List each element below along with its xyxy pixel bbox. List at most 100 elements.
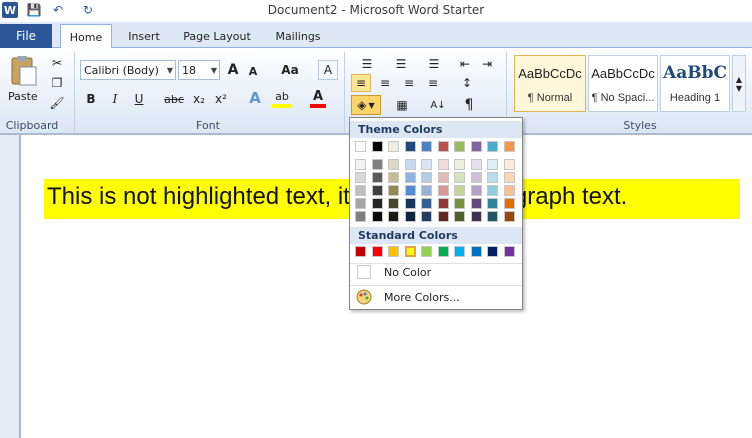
theme-shade-swatch[interactable] xyxy=(355,159,366,170)
theme-shade-swatch[interactable] xyxy=(487,185,498,196)
theme-shade-swatch[interactable] xyxy=(470,211,482,222)
numbering-button[interactable]: ☰ xyxy=(386,56,416,72)
standard-color-swatch[interactable] xyxy=(454,246,465,257)
more-colors-option[interactable]: More Colors... xyxy=(384,289,460,305)
theme-shade-swatch[interactable] xyxy=(487,159,498,170)
shading-button[interactable]: ◈ ▼ xyxy=(351,95,381,115)
theme-shade-swatch[interactable] xyxy=(404,198,416,209)
theme-shade-swatch[interactable] xyxy=(437,185,449,196)
theme-shade-swatch[interactable] xyxy=(421,159,432,170)
theme-shade-swatch[interactable] xyxy=(437,198,449,209)
theme-shade-swatch[interactable] xyxy=(454,172,465,183)
tab-mailings[interactable]: Mailings xyxy=(268,24,328,48)
clear-formatting-icon[interactable]: A xyxy=(318,60,338,80)
paste-icon[interactable] xyxy=(8,55,38,87)
style-heading-1[interactable]: AaBbC Heading 1 xyxy=(660,55,730,112)
no-color-option[interactable]: No Color xyxy=(384,264,431,280)
theme-shade-swatch[interactable] xyxy=(487,211,498,222)
format-painter-icon[interactable]: 🖌 xyxy=(48,95,66,111)
borders-button[interactable]: ▦ xyxy=(388,96,416,114)
standard-color-swatch[interactable] xyxy=(421,246,432,257)
theme-shade-swatch[interactable] xyxy=(421,185,432,196)
theme-shade-swatch[interactable] xyxy=(470,198,482,209)
theme-shade-swatch[interactable] xyxy=(388,185,399,196)
style-no-spacing[interactable]: AaBbCcDc ¶ No Spaci... xyxy=(588,55,658,112)
theme-shade-swatch[interactable] xyxy=(371,159,383,170)
increase-indent-button[interactable]: ⇥ xyxy=(478,56,496,72)
tab-home[interactable]: Home xyxy=(60,24,112,49)
tab-page-layout[interactable]: Page Layout xyxy=(178,24,256,48)
theme-color-swatch[interactable] xyxy=(388,141,399,152)
theme-shade-swatch[interactable] xyxy=(404,159,416,170)
theme-shade-swatch[interactable] xyxy=(421,198,432,209)
bold-button[interactable]: B xyxy=(84,90,98,108)
theme-shade-swatch[interactable] xyxy=(454,185,465,196)
styles-scroll[interactable]: ▲ ▼ xyxy=(732,55,746,112)
align-center-button[interactable]: ≡ xyxy=(375,74,395,92)
theme-color-swatch[interactable] xyxy=(371,141,383,152)
align-left-button[interactable]: ≡ xyxy=(351,74,371,92)
superscript-button[interactable]: x² xyxy=(212,90,230,108)
justify-button[interactable]: ≡ xyxy=(423,74,443,92)
theme-shade-swatch[interactable] xyxy=(470,159,482,170)
font-size-combo[interactable]: 18 ▼ xyxy=(178,60,220,80)
paste-button-label[interactable]: Paste xyxy=(8,90,38,103)
theme-shade-swatch[interactable] xyxy=(503,211,515,222)
font-name-combo[interactable]: Calibri (Body) ▼ xyxy=(80,60,176,80)
theme-shade-swatch[interactable] xyxy=(503,172,515,183)
decrease-indent-button[interactable]: ⇤ xyxy=(456,56,474,72)
theme-shade-swatch[interactable] xyxy=(371,185,383,196)
theme-shade-swatch[interactable] xyxy=(487,198,498,209)
theme-color-swatch[interactable] xyxy=(470,141,482,152)
theme-color-swatch[interactable] xyxy=(437,141,449,152)
show-paragraph-marks-button[interactable]: ¶ xyxy=(460,96,478,114)
bullets-button[interactable]: ☰ xyxy=(352,56,382,72)
theme-color-swatch[interactable] xyxy=(404,141,416,152)
theme-color-swatch[interactable] xyxy=(355,141,366,152)
theme-shade-swatch[interactable] xyxy=(371,198,383,209)
theme-shade-swatch[interactable] xyxy=(503,159,515,170)
font-color-button[interactable]: A xyxy=(310,88,326,104)
theme-shade-swatch[interactable] xyxy=(421,172,432,183)
line-spacing-button[interactable]: ↕ xyxy=(456,74,478,92)
style-normal[interactable]: AaBbCcDc ¶ Normal xyxy=(514,55,586,112)
text-effects-button[interactable]: A xyxy=(246,88,264,108)
theme-color-swatch[interactable] xyxy=(454,141,465,152)
strikethrough-button[interactable]: abc xyxy=(162,90,186,108)
theme-shade-swatch[interactable] xyxy=(470,172,482,183)
theme-shade-swatch[interactable] xyxy=(404,172,416,183)
theme-color-swatch[interactable] xyxy=(421,141,432,152)
theme-shade-swatch[interactable] xyxy=(404,185,416,196)
standard-color-swatch[interactable] xyxy=(487,246,498,257)
theme-shade-swatch[interactable] xyxy=(355,211,366,222)
theme-shade-swatch[interactable] xyxy=(388,198,399,209)
theme-shade-swatch[interactable] xyxy=(487,172,498,183)
theme-shade-swatch[interactable] xyxy=(437,172,449,183)
change-case-button[interactable]: Aa xyxy=(278,60,302,80)
theme-shade-swatch[interactable] xyxy=(371,172,383,183)
grow-font-button[interactable]: A xyxy=(225,60,241,80)
subscript-button[interactable]: x₂ xyxy=(190,90,208,108)
highlight-button[interactable]: ab xyxy=(272,88,292,104)
multilevel-list-button[interactable]: ☰ xyxy=(420,56,448,72)
theme-shade-swatch[interactable] xyxy=(355,198,366,209)
cut-icon[interactable]: ✂ xyxy=(48,55,66,71)
theme-shade-swatch[interactable] xyxy=(371,211,383,222)
theme-shade-swatch[interactable] xyxy=(503,185,515,196)
standard-color-swatch[interactable] xyxy=(371,246,383,257)
theme-shade-swatch[interactable] xyxy=(437,159,449,170)
standard-color-swatch[interactable] xyxy=(470,246,482,257)
italic-button[interactable]: I xyxy=(108,90,122,108)
sort-button[interactable]: A↓ xyxy=(428,96,448,114)
standard-color-swatch[interactable] xyxy=(404,246,416,257)
theme-shade-swatch[interactable] xyxy=(355,172,366,183)
align-right-button[interactable]: ≡ xyxy=(399,74,419,92)
theme-shade-swatch[interactable] xyxy=(388,211,399,222)
tab-file[interactable]: File xyxy=(0,24,52,48)
underline-button[interactable]: U xyxy=(132,90,146,108)
standard-color-swatch[interactable] xyxy=(355,246,366,257)
standard-color-swatch[interactable] xyxy=(437,246,449,257)
theme-color-swatch[interactable] xyxy=(503,141,515,152)
shrink-font-button[interactable]: A xyxy=(246,62,260,80)
theme-shade-swatch[interactable] xyxy=(388,172,399,183)
